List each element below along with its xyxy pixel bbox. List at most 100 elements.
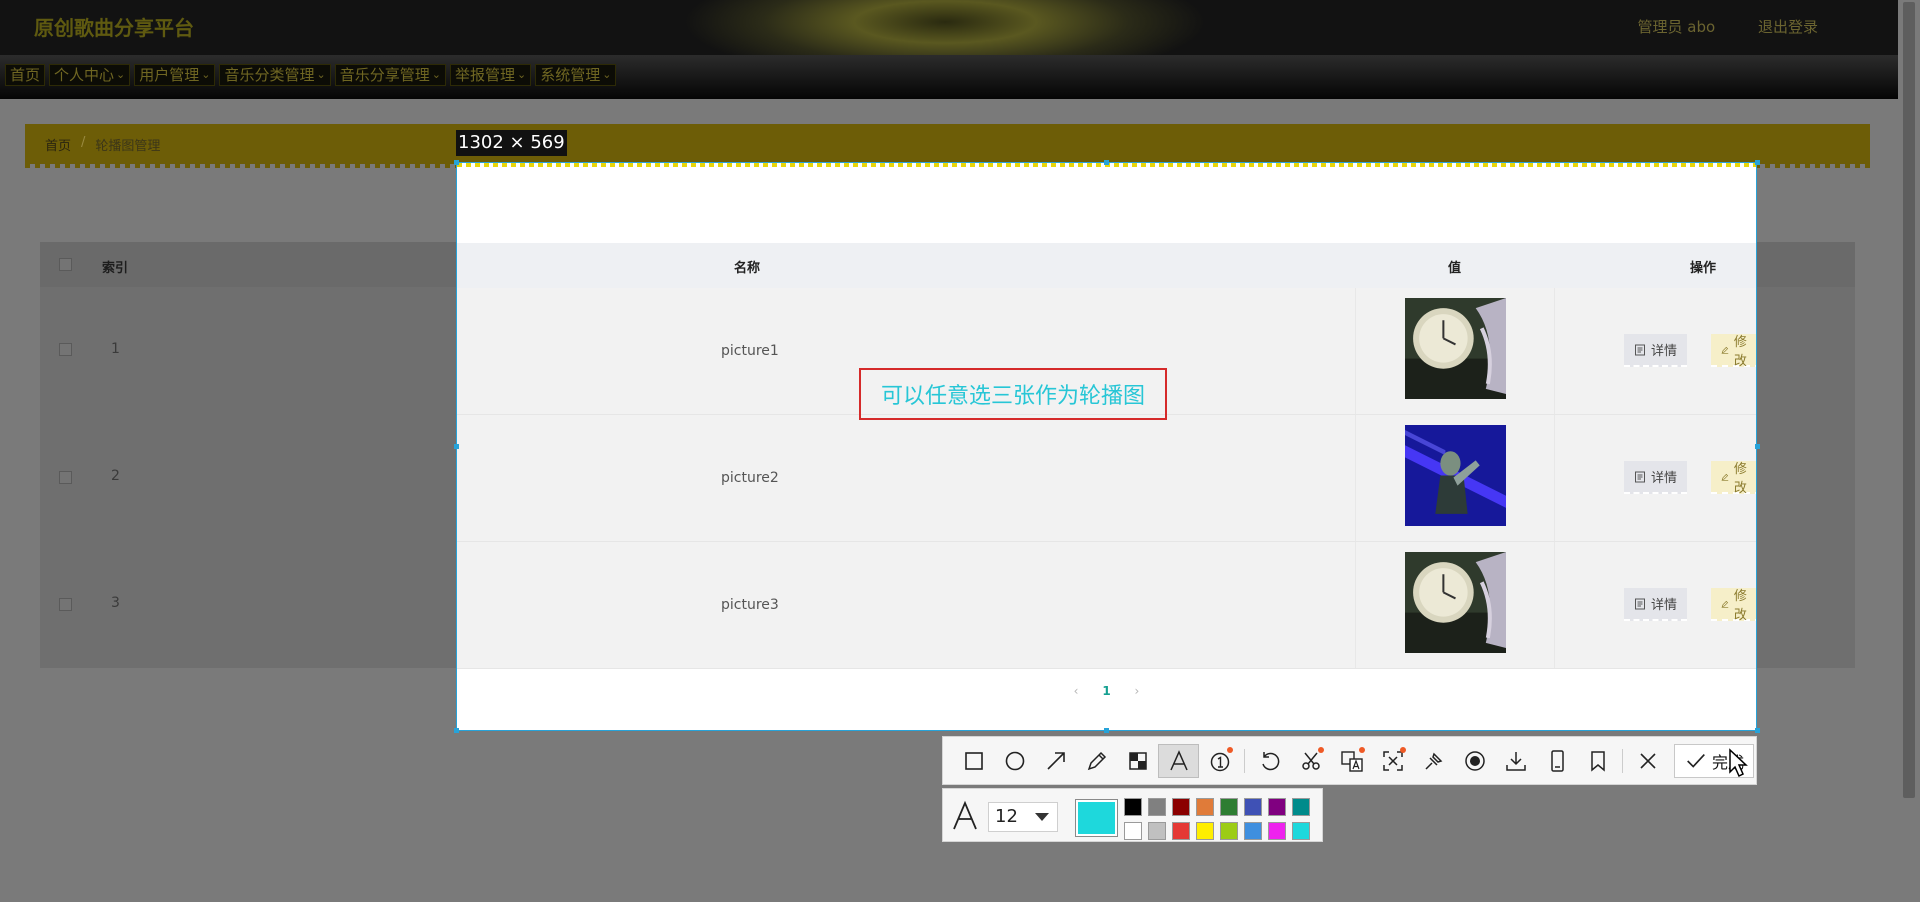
resize-handle[interactable]	[1104, 160, 1109, 165]
check-icon	[1687, 753, 1705, 768]
phone-icon[interactable]	[1536, 744, 1577, 778]
nav-item-6[interactable]: 系统管理 ⌄	[535, 64, 617, 86]
row-checkbox[interactable]	[59, 471, 72, 484]
arrow-icon[interactable]	[1035, 744, 1076, 778]
color-swatch[interactable]	[1148, 798, 1166, 816]
nav-item-2[interactable]: 用户管理 ⌄	[134, 64, 216, 86]
chevron-down-icon: ⌄	[201, 68, 211, 81]
nav-item-label: 用户管理	[139, 66, 200, 84]
capture-region[interactable]: 名称 值 操作 picture1 详情 修改 picture2 详情 修改 picture3…	[456, 162, 1757, 731]
resize-handle[interactable]	[454, 444, 459, 449]
text-style-bar: 12	[942, 788, 1323, 842]
actions-column-header: 操作	[1690, 261, 1717, 276]
pencil-icon[interactable]	[1076, 744, 1117, 778]
row-index: 3	[111, 595, 120, 611]
breadcrumb: 首页 / 轮播图管理	[45, 135, 160, 154]
toolbar-divider	[1244, 748, 1245, 773]
scissors-icon[interactable]	[1290, 744, 1331, 778]
page-number-current[interactable]: 1	[1102, 684, 1110, 698]
font-icon	[953, 800, 977, 830]
nav-item-1[interactable]: 个人中心 ⌄	[49, 64, 131, 86]
color-swatch[interactable]	[1172, 798, 1190, 816]
font-size-select[interactable]: 12	[988, 802, 1058, 832]
admin-user-label: 管理员 abo	[1637, 18, 1716, 36]
detail-button[interactable]: 详情	[1624, 334, 1688, 367]
translate-icon[interactable]	[1331, 744, 1372, 778]
detail-button[interactable]: 详情	[1624, 461, 1688, 494]
color-swatch[interactable]	[1268, 798, 1286, 816]
table-row: picture3 详情 修改	[457, 542, 1756, 669]
color-swatch[interactable]	[1292, 822, 1310, 840]
column-divider	[1355, 288, 1356, 414]
prev-page-button[interactable]: ‹	[1074, 684, 1079, 698]
nav-item-5[interactable]: 举报管理 ⌄	[449, 64, 532, 86]
row-name: picture1	[721, 343, 779, 359]
color-swatch[interactable]	[1196, 822, 1214, 840]
chevron-down-icon: ⌄	[116, 68, 126, 81]
detail-button[interactable]: 详情	[1624, 588, 1688, 621]
capture-top-band	[457, 163, 1756, 243]
toolbar-divider	[1622, 748, 1623, 773]
resize-handle[interactable]	[1755, 728, 1760, 733]
page-scrollbar[interactable]	[1898, 0, 1920, 902]
resize-handle[interactable]	[454, 160, 459, 165]
next-page-button[interactable]: ›	[1135, 684, 1140, 698]
rectangle-icon[interactable]	[953, 744, 994, 778]
color-palette	[1124, 798, 1310, 840]
mosaic-icon[interactable]	[1117, 744, 1158, 778]
nav-item-label: 个人中心	[54, 66, 115, 84]
resize-handle[interactable]	[1104, 728, 1109, 733]
nav-item-0[interactable]: 首页	[5, 64, 46, 86]
ocr-icon[interactable]	[1372, 744, 1413, 778]
text-icon[interactable]	[1158, 743, 1199, 778]
number-marker-icon[interactable]	[1199, 744, 1240, 778]
pin-icon[interactable]	[1413, 744, 1454, 778]
edit-button[interactable]: 修改	[1711, 461, 1756, 496]
color-swatch[interactable]	[1244, 798, 1262, 816]
document-icon	[1635, 598, 1645, 609]
row-checkbox[interactable]	[59, 343, 72, 356]
logout-link[interactable]: 退出登录	[1758, 18, 1818, 36]
edit-button[interactable]: 修改	[1711, 334, 1756, 369]
nav-item-4[interactable]: 音乐分享管理 ⌄	[334, 64, 446, 86]
select-all-checkbox[interactable]	[59, 258, 72, 271]
scroll-thumb[interactable]	[1903, 2, 1915, 798]
color-swatch[interactable]	[1124, 798, 1142, 816]
capture-size-label: 1302 × 569	[456, 130, 567, 156]
color-swatch[interactable]	[1268, 822, 1286, 840]
color-swatch[interactable]	[1220, 798, 1238, 816]
chevron-down-icon	[1035, 813, 1049, 821]
nav-item-3[interactable]: 音乐分类管理 ⌄	[219, 64, 331, 86]
color-swatch[interactable]	[1172, 822, 1190, 840]
column-divider	[1355, 415, 1356, 541]
color-swatch[interactable]	[1124, 822, 1142, 840]
column-divider	[1554, 415, 1555, 541]
row-checkbox[interactable]	[59, 598, 72, 611]
column-divider	[1355, 542, 1356, 668]
nav-item-label: 音乐分类管理	[224, 66, 315, 84]
color-swatch[interactable]	[1148, 822, 1166, 840]
resize-handle[interactable]	[1755, 444, 1760, 449]
color-swatch[interactable]	[1220, 822, 1238, 840]
current-color-swatch[interactable]	[1075, 799, 1118, 837]
resize-handle[interactable]	[1755, 160, 1760, 165]
text-annotation[interactable]: 可以任意选三张作为轮播图	[859, 368, 1167, 420]
record-icon[interactable]	[1454, 744, 1495, 778]
undo-icon[interactable]	[1249, 744, 1290, 778]
color-swatch[interactable]	[1196, 798, 1214, 816]
download-icon[interactable]	[1495, 744, 1536, 778]
ellipse-icon[interactable]	[994, 744, 1035, 778]
close-icon[interactable]	[1627, 744, 1668, 778]
nav-item-label: 音乐分享管理	[339, 66, 430, 84]
breadcrumb-home[interactable]: 首页	[45, 135, 71, 154]
row-thumbnail-image	[1405, 298, 1506, 399]
mouse-cursor-icon	[1729, 748, 1748, 778]
edit-button[interactable]: 修改	[1711, 588, 1756, 623]
bookmark-icon[interactable]	[1577, 744, 1618, 778]
color-swatch[interactable]	[1244, 822, 1262, 840]
column-divider	[1554, 288, 1555, 414]
color-swatch[interactable]	[1292, 798, 1310, 816]
resize-handle[interactable]	[454, 728, 459, 733]
name-column-header: 名称	[734, 261, 761, 276]
breadcrumb-current: 轮播图管理	[95, 139, 161, 154]
